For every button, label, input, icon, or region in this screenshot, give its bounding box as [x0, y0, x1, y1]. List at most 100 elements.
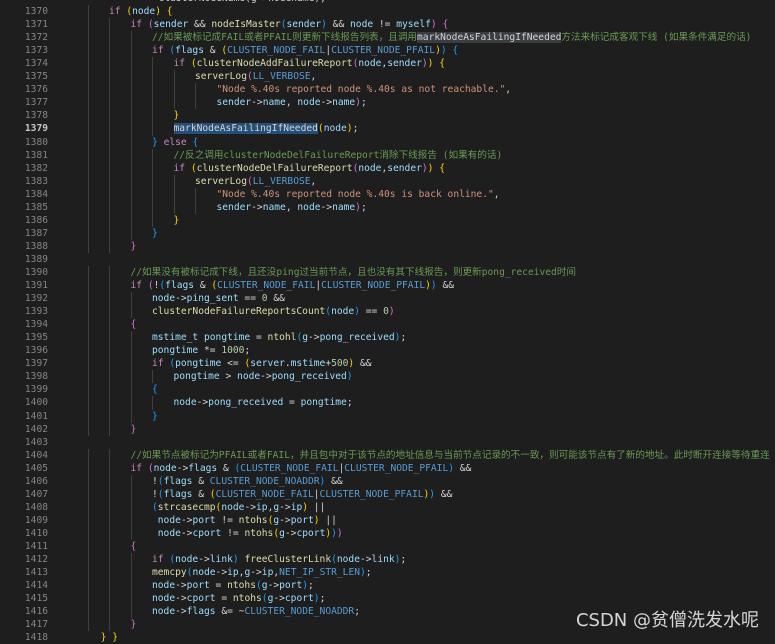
- indent-guide: [152, 161, 153, 175]
- code-line[interactable]: 1400 node->pong_received = pongtime;: [0, 396, 775, 410]
- code-token: ;: [308, 580, 314, 592]
- indent-guide: [87, 83, 89, 97]
- indent-guide: [109, 18, 110, 32]
- code-line[interactable]: 1413 memcpy(node->ip,g->ip,NET_IP_STR_LEN…: [0, 566, 775, 580]
- code-token: ->: [359, 554, 372, 566]
- code-line[interactable]: 1391 if (!(flags & (CLUSTER_NODE_FAIL|CLU…: [0, 279, 775, 293]
- code-line[interactable]: 1389: [0, 253, 775, 266]
- code-text: (strcasecmp(node->ip,g->ip) ||: [152, 501, 325, 514]
- code-line[interactable]: 1386}: [0, 213, 775, 227]
- code-line[interactable]: 1379 markNodeAsFailingIfNeeded(node);: [0, 122, 775, 136]
- code-line[interactable]: 1381 //反之调用clusterNodeDelFailureReport消除下…: [0, 148, 775, 162]
- indent-guide: [130, 566, 132, 580]
- code-line[interactable]: 1412 if (node->link) freeClusterLink(node…: [0, 553, 775, 567]
- code-token: &&: [188, 19, 212, 31]
- code-line[interactable]: 1399 {: [0, 383, 775, 397]
- code-line[interactable]: 1370 if (node) {: [0, 5, 775, 19]
- code-line[interactable]: 1395 mstime_t pongtime = ntohl(g->pong_re…: [0, 331, 775, 345]
- code-line[interactable]: 1374 if (clusterNodeAddFailureReport(node…: [0, 57, 775, 71]
- indent-guide: [109, 305, 110, 319]
- code-line[interactable]: 1375 serverLog(LL_VERBOSE,: [0, 70, 775, 84]
- code-line[interactable]: 1418 } }: [0, 631, 775, 644]
- code-line[interactable]: 1397 if (pongtime <= (server.mstime+500) …: [0, 357, 775, 371]
- code-token: ->: [175, 293, 187, 305]
- code-line[interactable]: 1377 sender->name, node->name);: [0, 96, 775, 110]
- indent-guide: [87, 200, 89, 214]
- indent-guide: [109, 500, 110, 514]
- code-text: }: [174, 109, 180, 122]
- indent-guide: [109, 187, 110, 201]
- code-line[interactable]: 1387}: [0, 226, 775, 240]
- code-line[interactable]: 1404 //如果节点被标记为PFAIL或者FAIL，并且包中对于该节点的地址信息…: [0, 448, 775, 462]
- line-number: 1376: [24, 84, 48, 96]
- code-line[interactable]: 1380} else {: [0, 135, 775, 149]
- code-line[interactable]: 1409 node->port != ntohs(g->port) ||: [0, 513, 775, 527]
- code-line[interactable]: 1372 //如果被标记成FAIL或者PFAIL则更新下线报告列表，且调用mark…: [0, 31, 775, 45]
- indent-guide: [109, 318, 110, 332]
- code-line[interactable]: 1410 node->cport != ntohs(g->cport))): [0, 526, 775, 540]
- code-token: node: [297, 201, 321, 213]
- code-line[interactable]: 1415 node->cport = ntohs(g->cport);: [0, 592, 775, 606]
- code-line[interactable]: 1394 {: [0, 318, 775, 332]
- code-line[interactable]: 1406 !(flags & CLUSTER_NODE_NOADDR) &&: [0, 474, 775, 488]
- line-number: 1375: [24, 71, 48, 83]
- code-token: server: [250, 358, 285, 370]
- code-line[interactable]: 1393 clusterNodeFailureReportsCount(node)…: [0, 305, 775, 319]
- code-token: &: [204, 45, 222, 57]
- indent-guide: [87, 500, 89, 514]
- code-line[interactable]: 1398 pongtime > node->pong_received): [0, 370, 775, 384]
- indent-guide: [109, 396, 110, 410]
- indent-guide: [109, 109, 110, 123]
- code-line[interactable]: 1396 pongtime *= 1000;: [0, 344, 775, 358]
- line-number: 1372: [24, 32, 48, 44]
- code-text: clusterNodeFailureReportsCount(node) == …: [152, 305, 395, 318]
- line-number: 1408: [24, 501, 48, 513]
- code-text: //反之调用clusterNodeDelFailureReport消除下线报告 …: [174, 149, 503, 162]
- code-text: }: [131, 618, 137, 631]
- code-token: ,: [285, 201, 298, 213]
- code-line[interactable]: 1392 node->ping_sent == 0 &&: [0, 292, 775, 306]
- indent-guide: [130, 513, 132, 527]
- code-token: CLUSTER_NODE_NOADDR: [209, 475, 320, 487]
- code-token: CLUSTER_NODE_FAIL: [215, 488, 314, 500]
- code-line[interactable]: 1373 if (flags & (CLUSTER_NODE_FAIL|CLUST…: [0, 44, 775, 58]
- indent-guide: [87, 605, 89, 619]
- code-line[interactable]: 1403: [0, 436, 775, 449]
- code-line[interactable]: 1371 if (sender && nodeIsMaster(sender) &…: [0, 18, 775, 32]
- code-line[interactable]: 1407 !(flags & (CLUSTER_NODE_FAIL|CLUSTER…: [0, 487, 775, 501]
- code-line[interactable]: 1408 (strcasecmp(node->ip,g->ip) ||: [0, 500, 775, 514]
- indent-guide: [173, 200, 175, 214]
- code-token: ;: [354, 606, 360, 618]
- code-editor[interactable]: clusterNodeName(g->nodename); 1370 if (nod…: [0, 0, 775, 644]
- code-token: &&: [267, 293, 285, 305]
- code-text: }: [152, 227, 158, 240]
- indent-guide: [152, 70, 153, 84]
- indent-guide: [87, 539, 89, 554]
- code-token: node: [157, 527, 181, 539]
- code-line[interactable]: 1383 serverLog(LL_VERBOSE,: [0, 174, 775, 188]
- indent-guide: [109, 513, 110, 527]
- line-number: 1374: [24, 58, 48, 70]
- code-line[interactable]: 1411 {: [0, 539, 775, 554]
- code-token: ->: [215, 567, 228, 579]
- indent-guide: [87, 279, 89, 293]
- code-token: //如果被标记成FAIL或者PFAIL则更新下线报告列表，且调用: [152, 32, 418, 44]
- code-line[interactable]: 1384 "Node %.40s reported node %.40s is b…: [0, 187, 775, 201]
- code-line[interactable]: 1382 if (clusterNodeDelFailureReport(node…: [0, 161, 775, 175]
- code-line[interactable]: 1388}: [0, 239, 775, 253]
- code-line[interactable]: 1376 "Node %.40s reported node %.40s as n…: [0, 83, 775, 97]
- code-token: ->: [251, 97, 263, 109]
- code-token: if: [130, 280, 148, 292]
- code-line[interactable]: 1401}: [0, 409, 775, 423]
- indent-guide: [87, 292, 89, 306]
- code-text: }: [131, 423, 137, 436]
- indent-guide: [109, 566, 110, 580]
- code-line[interactable]: 1378}: [0, 109, 775, 123]
- code-line[interactable]: 1402}: [0, 422, 775, 436]
- code-line[interactable]: 1385 sender->name, node->name);: [0, 200, 775, 214]
- code-line[interactable]: 1414 node->port = ntohs(g->port);: [0, 579, 775, 593]
- code-line[interactable]: 1390 //如果没有被标记成下线，且还没ping过当前节点，且也没有其下线报告，…: [0, 265, 775, 280]
- code-line[interactable]: 1405 if (node->flags & (CLUSTER_NODE_FAIL…: [0, 461, 775, 475]
- code-token: memcpy: [152, 567, 187, 579]
- indent-guide: [109, 226, 110, 240]
